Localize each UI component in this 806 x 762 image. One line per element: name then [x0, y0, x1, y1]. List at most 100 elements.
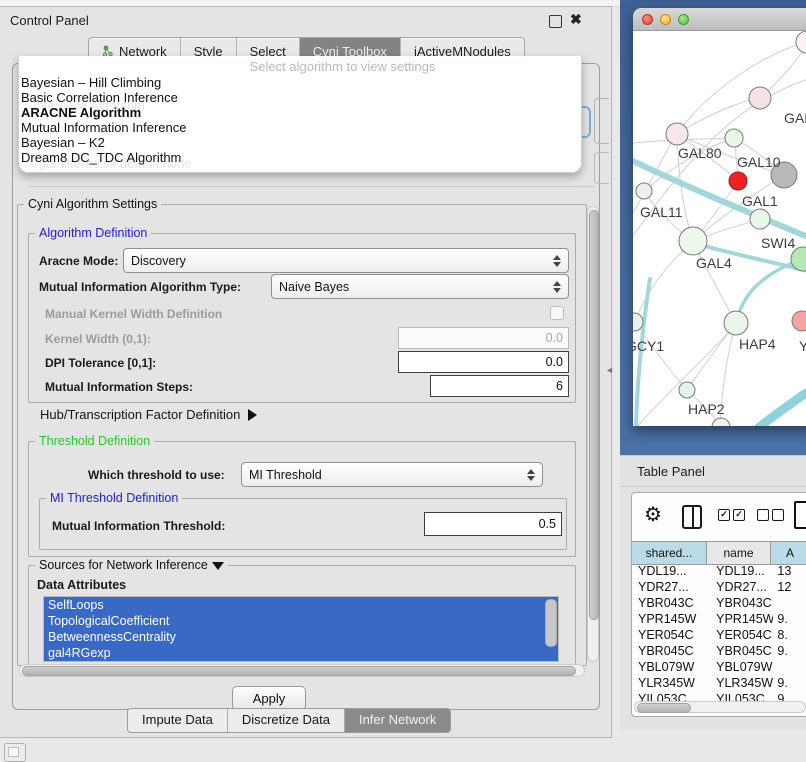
network-canvas[interactable]: GAL7 GAL80 GAL10 GAL1 GAL11 SWI4 GAL4 GC…: [633, 31, 806, 426]
settings-horizontal-scrollbar-thumb[interactable]: [22, 666, 576, 676]
network-window-titlebar[interactable]: [633, 8, 806, 31]
settings-vertical-scrollbar-thumb[interactable]: [589, 210, 599, 620]
cell: 13: [773, 563, 806, 579]
tab-discretize-data-label: Discretize Data: [242, 712, 330, 727]
cell: YBR045C: [708, 643, 773, 659]
hub-tf-definition-toggle[interactable]: Hub/Transcription Factor Definition: [40, 407, 257, 422]
close-icon[interactable]: ✖: [570, 11, 582, 28]
sources-title[interactable]: Sources for Network Inference: [35, 558, 228, 572]
column-header-third[interactable]: A: [771, 542, 806, 564]
control-panel-title: Control Panel: [10, 13, 89, 28]
kernel-width-field[interactable]: 0.0: [398, 327, 569, 349]
manual-kernel-width-checkbox[interactable]: [550, 306, 564, 320]
node-gal1[interactable]: [750, 209, 770, 229]
dropdown-item[interactable]: Bayesian – Hill Climbing: [21, 75, 161, 90]
unchecked-checkbox-icon[interactable]: [757, 509, 769, 521]
table-panel-titlebar: Table Panel: [620, 455, 806, 487]
network-edges-gray: [633, 41, 806, 426]
cell: 12: [773, 579, 806, 595]
hidden-panel-divider: [29, 186, 595, 187]
table-row[interactable]: YBR043CYBR043C: [632, 595, 806, 611]
dropdown-item[interactable]: Dream8 DC_TDC Algorithm: [21, 150, 181, 165]
aracne-mode-select[interactable]: Discovery: [123, 248, 569, 273]
table-row[interactable]: YDR27...YDR27...12: [632, 579, 806, 595]
node-gal11[interactable]: [636, 183, 652, 199]
cell: YBR043C: [708, 595, 773, 611]
node-gal7[interactable]: [749, 87, 771, 109]
node-gal80[interactable]: [666, 123, 688, 145]
table-row[interactable]: YER054CYER054C8.: [632, 627, 806, 643]
cell: YLR345W: [632, 675, 708, 691]
node-gal4[interactable]: [679, 227, 707, 255]
hub-tf-definition-label: Hub/Transcription Factor Definition: [40, 407, 240, 422]
table-row[interactable]: YDL19...YDL19...13: [632, 563, 806, 579]
cell: 8.: [773, 627, 806, 643]
node-gal10[interactable]: [725, 129, 743, 147]
table-header-row: shared... name A: [632, 541, 806, 565]
column-layout-icon[interactable]: [682, 505, 702, 529]
which-threshold-select[interactable]: MI Threshold: [241, 462, 543, 487]
cell: 9.: [773, 643, 806, 659]
dpi-tolerance-label: DPI Tolerance [0,1]:: [45, 356, 156, 370]
gear-icon[interactable]: ⚙: [644, 505, 662, 525]
cell: [773, 595, 806, 611]
checked-checkbox-icon[interactable]: ✓: [733, 509, 745, 521]
tab-infer-network[interactable]: Infer Network: [345, 709, 450, 732]
column-header-name[interactable]: name: [707, 542, 771, 564]
cell: YBL079W: [708, 659, 773, 675]
node-red-selected[interactable]: [729, 172, 747, 190]
column-header-shared-name[interactable]: shared...: [632, 542, 707, 564]
cell: YBL079W: [632, 659, 708, 675]
checked-checkbox-icon[interactable]: ✓: [718, 509, 730, 521]
mi-algorithm-type-value: Naive Bayes: [279, 280, 349, 294]
list-scrollbar[interactable]: [545, 599, 557, 647]
float-window-icon[interactable]: [549, 15, 562, 28]
mi-steps-field[interactable]: 6: [430, 375, 569, 397]
list-item[interactable]: gal4RGexp: [44, 645, 558, 661]
manual-kernel-width-label: Manual Kernel Width Definition: [45, 307, 222, 321]
table-panel-title: Table Panel: [637, 464, 705, 479]
threshold-definition-group: Threshold Definition Which threshold to …: [28, 441, 576, 557]
mi-threshold-field[interactable]: 0.5: [424, 512, 562, 536]
table-row[interactable]: YBR045CYBR045C9.: [632, 643, 806, 659]
node-hap4[interactable]: [724, 311, 748, 335]
table-row[interactable]: YPR145WYPR145W9.: [632, 611, 806, 627]
table-horizontal-scrollbar-thumb[interactable]: [637, 703, 691, 713]
list-item[interactable]: BetweennessCentrality: [44, 629, 558, 645]
node-hap2[interactable]: [679, 382, 695, 398]
node-top-right[interactable]: [796, 31, 806, 53]
settings-vertical-scrollbar[interactable]: [587, 206, 599, 662]
minimize-traffic-light-icon[interactable]: [660, 14, 671, 25]
table-row[interactable]: YBL079WYBL079W: [632, 659, 806, 675]
dropdown-item[interactable]: Bayesian – K2: [21, 135, 105, 150]
dropdown-item[interactable]: Mutual Information Inference: [21, 120, 186, 135]
node-bottom[interactable]: [712, 418, 730, 426]
document-icon[interactable]: [794, 501, 806, 529]
zoom-traffic-light-icon[interactable]: [678, 14, 689, 25]
kernel-width-label: Kernel Width (0,1):: [45, 332, 151, 346]
table-row[interactable]: YLR345WYLR345W9.: [632, 675, 806, 691]
settings-horizontal-scrollbar[interactable]: [19, 664, 585, 677]
mi-algorithm-type-label: Mutual Information Algorithm Type:: [39, 280, 241, 294]
cell: YER054C: [708, 627, 773, 643]
node-label: SWI4: [761, 235, 795, 251]
dock-panel-icon[interactable]: [4, 743, 26, 762]
node-salmon[interactable]: [792, 311, 806, 331]
unchecked-checkbox-icon[interactable]: [772, 509, 784, 521]
tab-discretize-data[interactable]: Discretize Data: [228, 709, 345, 732]
dpi-tolerance-field[interactable]: 0.0: [398, 351, 569, 373]
splitter-collapse-arrow[interactable]: ◄: [605, 365, 614, 375]
list-item[interactable]: TopologicalCoefficient: [44, 613, 558, 629]
list-item[interactable]: SelfLoops: [44, 597, 558, 613]
node-label: GAL1: [742, 193, 778, 209]
tab-impute-data[interactable]: Impute Data: [128, 709, 228, 732]
table-horizontal-scrollbar[interactable]: [634, 701, 806, 713]
mi-threshold-definition-title: MI Threshold Definition: [46, 491, 182, 505]
mi-threshold-value: 0.5: [539, 517, 556, 531]
close-traffic-light-icon[interactable]: [642, 14, 653, 25]
cell: YDL19...: [708, 563, 773, 579]
threshold-definition-title: Threshold Definition: [35, 434, 154, 448]
mi-algorithm-type-select[interactable]: Naive Bayes: [271, 274, 569, 299]
dropdown-item[interactable]: Basic Correlation Inference: [21, 90, 178, 105]
dropdown-item-selected[interactable]: ARACNE Algorithm: [21, 105, 141, 120]
